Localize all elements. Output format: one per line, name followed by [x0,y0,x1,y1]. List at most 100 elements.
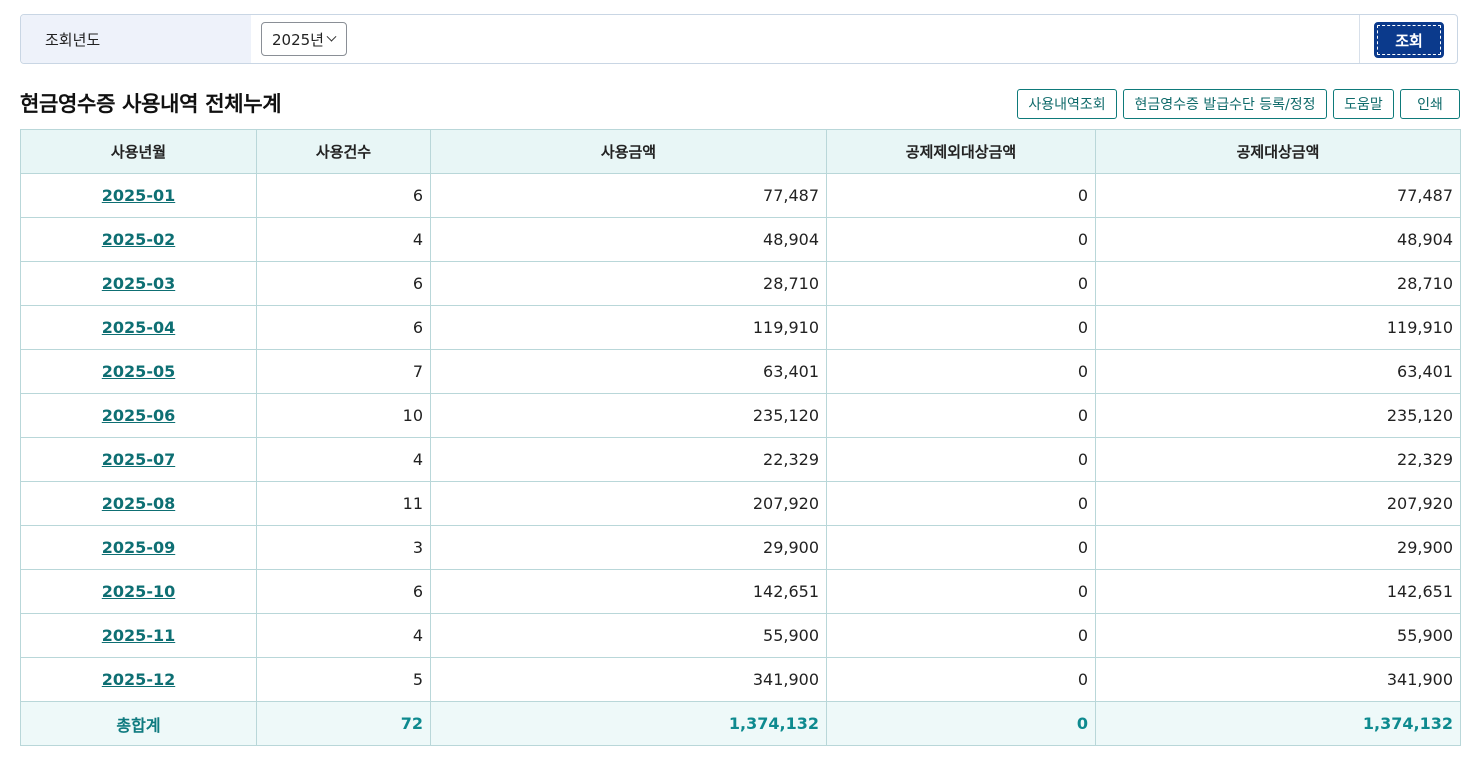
count-cell: 7 [256,349,431,394]
month-cell: 2025-12 [20,657,257,702]
month-link[interactable]: 2025-04 [102,318,175,337]
page-title: 현금영수증 사용내역 전체누계 [20,92,282,116]
eligible-amount-cell: 235,120 [1095,393,1461,438]
eligible-amount-cell: 142,651 [1095,569,1461,614]
usage-history-button[interactable]: 사용내역조회 [1017,89,1117,119]
eligible-amount-cell: 119,910 [1095,305,1461,350]
total-amount: 1,374,132 [430,701,827,746]
month-cell: 2025-05 [20,349,257,394]
month-link[interactable]: 2025-10 [102,582,175,601]
count-cell: 4 [256,437,431,482]
month-link[interactable]: 2025-12 [102,670,175,689]
month-link[interactable]: 2025-02 [102,230,175,249]
table-row: 2025-07 4 22,329 0 22,329 [20,437,1461,482]
excluded-amount-cell: 0 [826,393,1096,438]
month-link[interactable]: 2025-05 [102,362,175,381]
amount-cell: 63,401 [430,349,827,394]
table-row: 2025-09 3 29,900 0 29,900 [20,525,1461,570]
eligible-amount-cell: 63,401 [1095,349,1461,394]
month-cell: 2025-09 [20,525,257,570]
table-row: 2025-05 7 63,401 0 63,401 [20,349,1461,394]
count-cell: 3 [256,525,431,570]
table-row: 2025-01 6 77,487 0 77,487 [20,173,1461,218]
month-link[interactable]: 2025-11 [102,626,175,645]
excluded-amount-cell: 0 [826,217,1096,262]
search-button[interactable]: 조회 [1374,22,1444,58]
chevron-down-icon [326,31,337,42]
month-link[interactable]: 2025-09 [102,538,175,557]
total-label: 총합계 [20,701,257,746]
table-row: 2025-08 11 207,920 0 207,920 [20,481,1461,526]
year-select[interactable]: 2025년 [261,22,347,56]
excluded-amount-cell: 0 [826,437,1096,482]
count-cell: 11 [256,481,431,526]
month-cell: 2025-07 [20,437,257,482]
amount-cell: 119,910 [430,305,827,350]
count-cell: 10 [256,393,431,438]
total-count: 72 [256,701,431,746]
table-header-row: 사용년월 사용건수 사용금액 공제제외대상금액 공제대상금액 [20,129,1461,174]
search-year-label: 조회년도 [21,15,251,63]
month-cell: 2025-06 [20,393,257,438]
action-buttons: 사용내역조회 현금영수증 발급수단 등록/정정 도움말 인쇄 [1017,89,1460,119]
eligible-amount-cell: 28,710 [1095,261,1461,306]
table-row: 2025-12 5 341,900 0 341,900 [20,657,1461,702]
table-row: 2025-11 4 55,900 0 55,900 [20,613,1461,658]
eligible-amount-cell: 48,904 [1095,217,1461,262]
count-cell: 6 [256,173,431,218]
excluded-amount-cell: 0 [826,569,1096,614]
column-header-amount: 사용금액 [430,129,827,174]
amount-cell: 29,900 [430,525,827,570]
excluded-amount-cell: 0 [826,173,1096,218]
month-cell: 2025-02 [20,217,257,262]
month-cell: 2025-04 [20,305,257,350]
count-cell: 6 [256,261,431,306]
print-button[interactable]: 인쇄 [1400,89,1460,119]
month-link[interactable]: 2025-07 [102,450,175,469]
table-row: 2025-04 6 119,910 0 119,910 [20,305,1461,350]
eligible-amount-cell: 22,329 [1095,437,1461,482]
excluded-amount-cell: 0 [826,657,1096,702]
help-button[interactable]: 도움말 [1333,89,1394,119]
total-excluded-amount: 0 [826,701,1096,746]
usage-table: 사용년월 사용건수 사용금액 공제제외대상금액 공제대상금액 2025-01 6 7… [20,129,1461,746]
search-bar: 조회년도 2025년 조회 [20,14,1458,64]
amount-cell: 341,900 [430,657,827,702]
count-cell: 4 [256,217,431,262]
column-header-eligible: 공제대상금액 [1095,129,1461,174]
count-cell: 6 [256,569,431,614]
count-cell: 6 [256,305,431,350]
month-link[interactable]: 2025-08 [102,494,175,513]
month-link[interactable]: 2025-01 [102,186,175,205]
excluded-amount-cell: 0 [826,525,1096,570]
year-select-value: 2025년 [272,30,324,49]
excluded-amount-cell: 0 [826,349,1096,394]
month-cell: 2025-10 [20,569,257,614]
total-row: 총합계 72 1,374,132 0 1,374,132 [20,701,1461,746]
excluded-amount-cell: 0 [826,481,1096,526]
month-cell: 2025-03 [20,261,257,306]
table-row: 2025-06 10 235,120 0 235,120 [20,393,1461,438]
search-divider [1359,15,1360,63]
eligible-amount-cell: 341,900 [1095,657,1461,702]
amount-cell: 77,487 [430,173,827,218]
excluded-amount-cell: 0 [826,261,1096,306]
column-header-count: 사용건수 [256,129,431,174]
table-row: 2025-03 6 28,710 0 28,710 [20,261,1461,306]
month-link[interactable]: 2025-03 [102,274,175,293]
count-cell: 5 [256,657,431,702]
table-row: 2025-10 6 142,651 0 142,651 [20,569,1461,614]
count-cell: 4 [256,613,431,658]
page: 조회년도 2025년 조회 현금영수증 사용내역 전체누계 사용내역조회 현금영… [0,0,1479,784]
amount-cell: 48,904 [430,217,827,262]
eligible-amount-cell: 207,920 [1095,481,1461,526]
register-issuance-button[interactable]: 현금영수증 발급수단 등록/정정 [1123,89,1327,119]
amount-cell: 142,651 [430,569,827,614]
column-header-excluded: 공제제외대상금액 [826,129,1096,174]
eligible-amount-cell: 29,900 [1095,525,1461,570]
amount-cell: 55,900 [430,613,827,658]
amount-cell: 28,710 [430,261,827,306]
amount-cell: 22,329 [430,437,827,482]
month-cell: 2025-08 [20,481,257,526]
month-link[interactable]: 2025-06 [102,406,175,425]
